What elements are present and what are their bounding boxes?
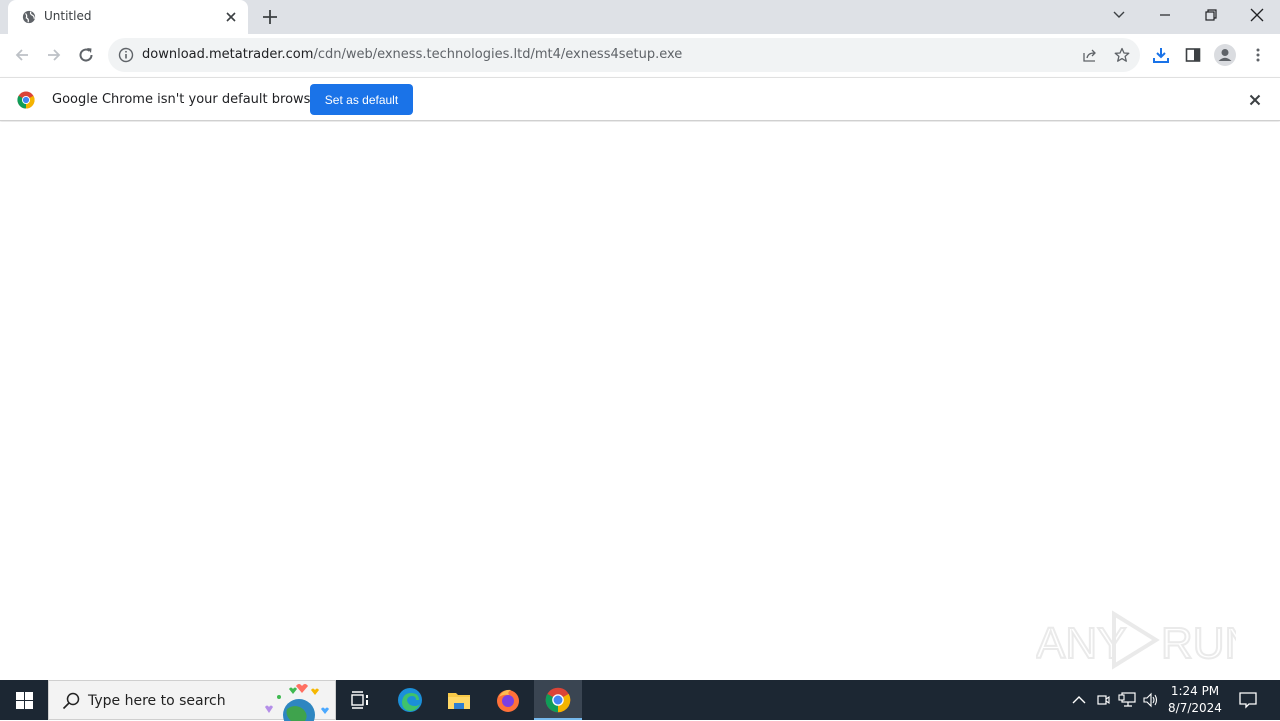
clock-date: 8/7/2024	[1168, 701, 1222, 715]
chevron-up-icon	[1072, 696, 1086, 704]
close-icon	[1250, 8, 1264, 22]
url-path: /cdn/web/exness.technologies.ltd/mt4/exn…	[313, 47, 683, 62]
tray-network[interactable]	[1116, 680, 1138, 720]
chevron-down-icon	[1113, 11, 1125, 18]
arrow-left-icon	[15, 49, 28, 61]
taskbar-clock[interactable]: 1:24 PM 8/7/2024	[1164, 683, 1226, 717]
chrome-menu-button[interactable]	[1246, 43, 1270, 67]
url-host: download.metatrader.com	[142, 47, 314, 62]
restore-button[interactable]	[1189, 0, 1233, 30]
back-button[interactable]	[9, 42, 35, 68]
taskbar-search-box[interactable]: Type here to search	[48, 680, 336, 721]
share-icon	[1083, 49, 1096, 62]
globe-icon	[22, 10, 36, 24]
watermark-run: RUN	[1161, 619, 1236, 668]
default-browser-infobar: Google Chrome isn't your default browser…	[0, 77, 1280, 121]
address-bar[interactable]: download.metatrader.com/cdn/web/exness.t…	[108, 38, 1140, 72]
tab-close-icon[interactable]	[223, 9, 239, 25]
browser-toolbar: download.metatrader.com/cdn/web/exness.t…	[0, 34, 1280, 76]
side-panel-button[interactable]	[1181, 43, 1205, 67]
infobar-close-icon[interactable]	[1247, 92, 1263, 108]
chrome-logo-icon	[17, 91, 35, 109]
profile-button[interactable]	[1213, 43, 1237, 67]
minimize-button[interactable]	[1143, 0, 1187, 30]
volume-icon	[1143, 692, 1158, 708]
menu-icon	[1256, 48, 1260, 62]
windows-logo-icon	[15, 691, 33, 709]
url-text[interactable]: download.metatrader.com/cdn/web/exness.t…	[142, 47, 682, 62]
edge-icon	[398, 688, 422, 712]
bookmark-button[interactable]	[1113, 46, 1131, 64]
forward-button[interactable]	[41, 42, 67, 68]
search-placeholder: Type here to search	[88, 693, 226, 709]
reload-icon	[79, 48, 93, 62]
share-button[interactable]	[1081, 46, 1099, 64]
minimize-icon	[1160, 14, 1170, 16]
infobar-message: Google Chrome isn't your default browser	[52, 92, 324, 107]
start-button[interactable]	[0, 680, 48, 720]
windows-taskbar: Type here to search 1:24 PM 8/7/2024	[0, 680, 1280, 721]
taskbar-chrome[interactable]	[534, 680, 582, 720]
network-icon	[1118, 692, 1136, 707]
camera-icon	[1097, 695, 1110, 705]
search-highlight-globe-icon	[265, 684, 329, 721]
new-tab-icon[interactable]	[261, 8, 279, 26]
notification-icon	[1239, 692, 1257, 709]
tray-volume[interactable]	[1140, 680, 1162, 720]
tab-search-button[interactable]	[1097, 0, 1141, 30]
tab-title: Untitled	[44, 9, 92, 23]
page-content	[0, 122, 1280, 680]
clock-time: 1:24 PM	[1170, 684, 1220, 698]
anyrun-watermark: ANY RUN	[1036, 610, 1236, 670]
action-center-button[interactable]	[1232, 680, 1264, 720]
reload-button[interactable]	[73, 42, 99, 68]
info-icon[interactable]	[118, 47, 134, 63]
tray-camera[interactable]	[1093, 680, 1113, 720]
downloads-button[interactable]	[1149, 43, 1173, 67]
arrow-right-icon	[48, 49, 61, 61]
folder-icon	[448, 693, 470, 709]
firefox-icon	[497, 689, 519, 712]
profile-icon	[1214, 44, 1236, 66]
tab-strip: Untitled	[0, 0, 1280, 34]
taskbar-file-explorer[interactable]	[435, 680, 483, 720]
taskbar-firefox[interactable]	[484, 680, 532, 720]
restore-icon	[1205, 9, 1217, 21]
search-icon	[62, 692, 80, 710]
taskbar-edge[interactable]	[386, 680, 434, 720]
tab-untitled[interactable]: Untitled	[8, 0, 248, 34]
bookmark-star-icon	[1114, 47, 1130, 62]
side-panel-icon	[1185, 48, 1201, 62]
taskbar-task-view[interactable]	[336, 680, 384, 720]
show-hidden-icons-button[interactable]	[1068, 680, 1090, 720]
chrome-icon	[545, 687, 571, 713]
close-window-button[interactable]	[1235, 0, 1279, 30]
task-view-icon	[351, 691, 368, 709]
download-icon	[1153, 48, 1169, 63]
set-as-default-button[interactable]: Set as default	[310, 84, 413, 115]
